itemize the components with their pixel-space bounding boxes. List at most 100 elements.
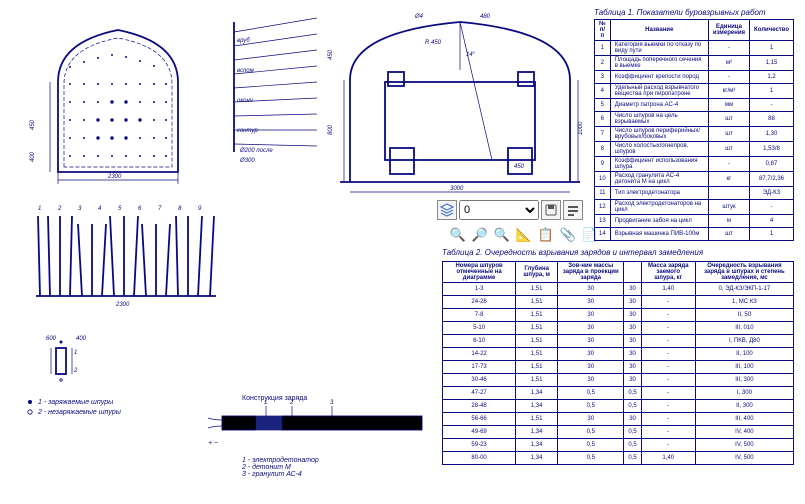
table-cell: - bbox=[641, 361, 695, 374]
table-cell: 1,34 bbox=[516, 400, 558, 413]
table-cell: 6 bbox=[595, 112, 611, 127]
table-cell: 1 bbox=[750, 228, 794, 241]
table-cell: 88 bbox=[750, 112, 794, 127]
table-cell: 0,5 bbox=[624, 400, 641, 413]
table-cell: 47-27 bbox=[443, 387, 516, 400]
table-cell: 1-3 bbox=[443, 283, 516, 296]
table-cell: 30 bbox=[624, 348, 641, 361]
zoom-in-icon[interactable]: 🔎 bbox=[471, 226, 489, 244]
svg-text:8: 8 bbox=[178, 206, 182, 212]
table1-wrap: Таблица 1. Показатели буровзрывных работ… bbox=[594, 8, 794, 241]
table2-header: Зов-ние массы заряда в проекции заряда bbox=[558, 262, 624, 283]
table-row: 1-31,5130301,400, ЭД-КЗ/ЭКП-1-17 bbox=[443, 283, 794, 296]
table1-header: Количество bbox=[750, 20, 794, 41]
dim-d4: Ø4 bbox=[414, 14, 424, 20]
charge-leg-2: 2 - детонит М bbox=[242, 464, 432, 471]
table-cell: 30 bbox=[624, 413, 641, 426]
table-cell: Тип электродетонатора bbox=[610, 187, 708, 200]
table2-wrap: Таблица 2. Очередность взрывания зарядов… bbox=[442, 248, 794, 465]
table-cell: Число шпуров на цель взрываемых bbox=[610, 112, 708, 127]
table-cell: 0,5 bbox=[624, 426, 641, 439]
table-row: 24-261,513030-1, МС КЗ bbox=[443, 296, 794, 309]
table-cell: 0,5 bbox=[558, 439, 624, 452]
table2-header: Глубина шпура, м bbox=[516, 262, 558, 283]
table-cell: 3 bbox=[595, 71, 611, 84]
misc1-icon[interactable]: 📐 bbox=[515, 226, 533, 244]
svg-text:2: 2 bbox=[73, 368, 78, 374]
table-cell: 49-69 bbox=[443, 426, 516, 439]
table-row: 14Взрывная машинка ПИВ-100мшт1 bbox=[595, 228, 794, 241]
table-cell: 1 bbox=[595, 41, 611, 56]
layer-select[interactable]: 0 bbox=[459, 200, 539, 220]
table-cell: II, 50 bbox=[695, 309, 793, 322]
table-cell: 0,5 bbox=[624, 452, 641, 465]
table-cell: 5 bbox=[595, 99, 611, 112]
table-row: 1Категория выемки по отказу по виду пути… bbox=[595, 41, 794, 56]
table-cell: 10 bbox=[595, 172, 611, 187]
cut-detail-drawing: 1 2 600 400 1 - заряжаемые шпуры 2 - нез… bbox=[26, 330, 136, 418]
table-cell: 30 bbox=[624, 296, 641, 309]
table-cell: 30 bbox=[624, 283, 641, 296]
table-cell: - bbox=[641, 439, 695, 452]
table-cell: 30 bbox=[558, 361, 624, 374]
table-row: 9Коэффициент использования шпура-0,87 bbox=[595, 157, 794, 172]
table-cell: - bbox=[641, 426, 695, 439]
table-cell: - bbox=[641, 322, 695, 335]
table2-header: Номера шпуров отмеченные на диаграмме bbox=[443, 262, 516, 283]
lbl-d300: Ø300 bbox=[239, 158, 255, 164]
svg-text:7: 7 bbox=[158, 206, 162, 212]
save-icon[interactable] bbox=[541, 200, 561, 220]
table2-header bbox=[624, 262, 641, 283]
misc3-icon[interactable]: 📎 bbox=[559, 226, 577, 244]
table-cell: 1,2 bbox=[750, 71, 794, 84]
table-cell: Взрывная машинка ПИВ-100м bbox=[610, 228, 708, 241]
table-cell: 1,51 bbox=[516, 413, 558, 426]
table-cell: 1,51 bbox=[516, 361, 558, 374]
table-cell: 4 bbox=[750, 215, 794, 228]
table-cell: 17-73 bbox=[443, 361, 516, 374]
props-icon[interactable] bbox=[563, 200, 583, 220]
svg-text:3: 3 bbox=[78, 206, 82, 212]
lbl-kontur: контур bbox=[237, 128, 258, 134]
table-cell: 9 bbox=[595, 157, 611, 172]
layers-icon[interactable] bbox=[437, 200, 457, 220]
table-cell: 1,40 bbox=[641, 452, 695, 465]
dim-450b: 450 bbox=[514, 164, 525, 170]
lbl-d200: Ø200 после bbox=[239, 148, 273, 154]
table-row: 7Число шпуров периферийных/врубовых/боко… bbox=[595, 127, 794, 142]
table-cell: Категория выемки по отказу по виду пути bbox=[610, 41, 708, 56]
charge-title: Конструкция заряда bbox=[242, 395, 432, 402]
table-cell: IV, 500 bbox=[695, 452, 793, 465]
table-row: 80-001,340,50,51,40IV, 500 bbox=[443, 452, 794, 465]
lbl-vspom: вспом bbox=[237, 68, 254, 74]
table-cell: 1,53/8 bbox=[750, 142, 794, 157]
table-cell: 1 bbox=[750, 41, 794, 56]
zoom-extents-icon[interactable]: 🔍 bbox=[449, 226, 467, 244]
misc2-icon[interactable]: 📋 bbox=[537, 226, 555, 244]
table-cell: - bbox=[708, 41, 749, 56]
table-cell: 1, МС КЗ bbox=[695, 296, 793, 309]
table-cell: Расход гранулита АС-4 детонита М на цикл bbox=[610, 172, 708, 187]
table-cell: 0,5 bbox=[624, 439, 641, 452]
table-row: 12Расход электродетонаторов на циклштук- bbox=[595, 200, 794, 215]
dim-800: 800 bbox=[328, 124, 334, 135]
table-cell: 1,51 bbox=[516, 283, 558, 296]
svg-text:2: 2 bbox=[57, 206, 62, 212]
table-cell: 0,5 bbox=[558, 387, 624, 400]
table-cell: м² bbox=[708, 56, 749, 71]
table-cell: - bbox=[641, 387, 695, 400]
legend-2: 2 - незаряжаемые шпуры bbox=[26, 408, 136, 416]
table-cell: 0,5 bbox=[624, 387, 641, 400]
table-row: 47-271,340,50,5-I, 300 bbox=[443, 387, 794, 400]
table-cell: II, 100 bbox=[695, 348, 793, 361]
table-cell: Расход электродетонаторов на цикл bbox=[610, 200, 708, 215]
zoom-out-icon[interactable]: 🔍 bbox=[493, 226, 511, 244]
svg-text:1: 1 bbox=[74, 350, 77, 356]
table-cell: мм bbox=[708, 99, 749, 112]
table-cell: 0,5 bbox=[558, 452, 624, 465]
table-cell: III, 300 bbox=[695, 374, 793, 387]
svg-text:5: 5 bbox=[118, 206, 122, 212]
table-cell: - bbox=[641, 413, 695, 426]
table-cell: Продвигание забоя на цикл bbox=[610, 215, 708, 228]
svg-text:400: 400 bbox=[76, 336, 87, 342]
